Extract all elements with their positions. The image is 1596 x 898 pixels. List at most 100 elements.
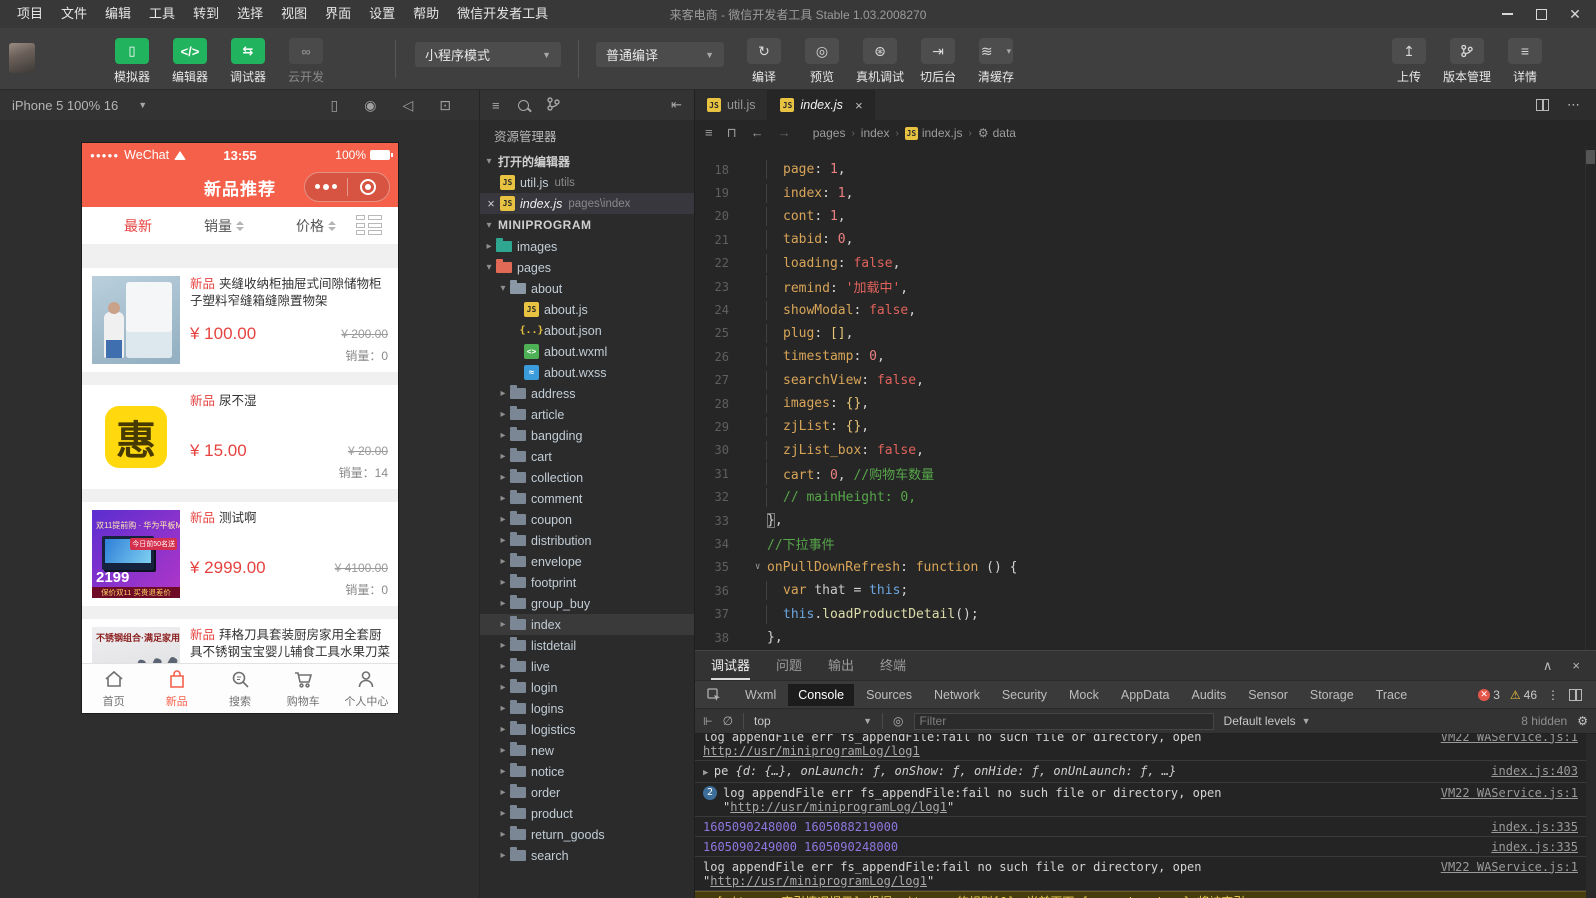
toolbar-button-详情[interactable]: ≡详情 bbox=[1501, 38, 1549, 85]
clear-console-icon[interactable]: ∅ bbox=[723, 714, 733, 728]
close-icon[interactable]: × bbox=[855, 98, 863, 113]
record-icon[interactable]: ◉ bbox=[364, 97, 376, 114]
devtools-tab-Audits[interactable]: Audits bbox=[1182, 684, 1237, 706]
open-editor-util.js[interactable]: JSutil.jsutils bbox=[480, 172, 694, 193]
nav-forward-icon[interactable]: → bbox=[778, 125, 791, 141]
devtools-tab-Storage[interactable]: Storage bbox=[1300, 684, 1364, 706]
console-source-link[interactable]: index.js:335 bbox=[1491, 820, 1578, 834]
close-button[interactable]: ✕ bbox=[1560, 0, 1590, 28]
debugger-tab-调试器[interactable]: 调试器 bbox=[711, 651, 750, 680]
tree-item-order[interactable]: ▸order bbox=[480, 782, 694, 803]
toolbar-button-切后台[interactable]: ⇥切后台 bbox=[914, 38, 962, 85]
menu-item-视图[interactable]: 视图 bbox=[272, 0, 316, 28]
product-card[interactable]: 不锈钢组合·满足家用新品拜格刀具套装厨房家用全套厨具不锈钢宝宝婴儿辅食工具水果刀… bbox=[82, 619, 398, 663]
tree-item-about.json[interactable]: {..}about.json bbox=[480, 320, 694, 341]
console-message[interactable]: log appendFile err fs_appendFile:fail no… bbox=[695, 734, 1596, 761]
code-editor[interactable]: 18page: 1,19index: 1,20cont: 1,21tabid: … bbox=[695, 146, 1596, 650]
git-branch-icon[interactable] bbox=[547, 97, 560, 114]
device-selector[interactable]: iPhone 5 100% 16▼ bbox=[0, 98, 147, 113]
breadcrumb-item-index[interactable]: index bbox=[861, 126, 890, 140]
console-link[interactable]: http://usr/miniprogramLog/log1 bbox=[703, 744, 920, 758]
bookmark-icon[interactable]: ⊓ bbox=[727, 125, 737, 141]
tree-item-images[interactable]: ▸images bbox=[480, 236, 694, 257]
sort-tab-最新[interactable]: 最新 bbox=[124, 216, 152, 236]
toolbar-button-编辑器[interactable]: </>编辑器 bbox=[166, 38, 214, 85]
close-icon[interactable]: × bbox=[484, 197, 498, 211]
nav-back-icon[interactable]: ← bbox=[751, 125, 764, 141]
debugger-tab-输出[interactable]: 输出 bbox=[828, 651, 854, 680]
devtools-tab-Mock[interactable]: Mock bbox=[1059, 684, 1109, 706]
maximize-button[interactable] bbox=[1526, 0, 1556, 28]
tree-item-distribution[interactable]: ▸distribution bbox=[480, 530, 694, 551]
more-actions-icon[interactable]: ⋯ bbox=[1567, 97, 1580, 113]
editor-tab-index.js[interactable]: JSindex.js× bbox=[768, 90, 875, 120]
toolbar-button-清缓存[interactable]: ≋▾清缓存 bbox=[972, 38, 1020, 85]
debugger-tab-终端[interactable]: 终端 bbox=[880, 651, 906, 680]
tree-item-group_buy[interactable]: ▸group_buy bbox=[480, 593, 694, 614]
menu-item-设置[interactable]: 设置 bbox=[360, 0, 404, 28]
devtools-tab-Wxml[interactable]: Wxml bbox=[735, 684, 786, 706]
tree-item-notice[interactable]: ▸notice bbox=[480, 761, 694, 782]
tree-item-envelope[interactable]: ▸envelope bbox=[480, 551, 694, 572]
devtools-tab-Sources[interactable]: Sources bbox=[856, 684, 922, 706]
exit-minip-button[interactable] bbox=[348, 179, 390, 195]
devtools-tab-Trace[interactable]: Trace bbox=[1366, 684, 1418, 706]
layout-toggle-icon[interactable] bbox=[356, 215, 382, 237]
menu-item-转到[interactable]: 转到 bbox=[184, 0, 228, 28]
product-card[interactable]: 惠新品尿不湿¥ 15.00¥ 20.00销量：14 bbox=[82, 385, 398, 489]
eye-icon[interactable]: ◎ bbox=[893, 714, 903, 728]
devtools-tab-AppData[interactable]: AppData bbox=[1111, 684, 1180, 706]
outline-icon[interactable]: ≡ bbox=[492, 98, 500, 113]
phone-tab-购物车[interactable]: 购物车 bbox=[272, 664, 335, 713]
tree-item-pages[interactable]: ▾pages bbox=[480, 257, 694, 278]
console-source-link[interactable]: index.js:403 bbox=[1491, 764, 1578, 778]
tree-item-login[interactable]: ▸login bbox=[480, 677, 694, 698]
editor-scrollbar[interactable] bbox=[1585, 146, 1596, 650]
tree-item-article[interactable]: ▸article bbox=[480, 404, 694, 425]
toolbar-button-真机调试[interactable]: ⊛真机调试 bbox=[856, 38, 904, 85]
console-source-link[interactable]: VM22 WAService.js:1 bbox=[1441, 860, 1578, 874]
tree-item-return_goods[interactable]: ▸return_goods bbox=[480, 824, 694, 845]
tree-item-listdetail[interactable]: ▸listdetail bbox=[480, 635, 694, 656]
mute-icon[interactable]: ◁ bbox=[402, 97, 413, 114]
warning-count-badge[interactable]: ⚠46 bbox=[1510, 688, 1537, 702]
toolbar-button-调试器[interactable]: ⇆调试器 bbox=[224, 38, 272, 85]
multi-window-icon[interactable]: ⊡ bbox=[439, 97, 451, 114]
product-card[interactable]: 双11提前购 · 华为平板M6今日前50名送2199保价双11 买贵退差价新品测… bbox=[82, 502, 398, 606]
search-icon[interactable] bbox=[518, 100, 529, 111]
breadcrumb-item-index.js[interactable]: JSindex.js bbox=[905, 126, 963, 140]
toolbar-button-编译[interactable]: ↻编译 bbox=[740, 38, 788, 85]
console-source-link[interactable]: VM22 WAService.js:1 bbox=[1441, 734, 1578, 744]
menu-item-项目[interactable]: 项目 bbox=[8, 0, 52, 28]
menu-item-选择[interactable]: 选择 bbox=[228, 0, 272, 28]
project-root-header[interactable]: ▾ MINIPROGRAM bbox=[480, 214, 694, 236]
tree-item-new[interactable]: ▸new bbox=[480, 740, 694, 761]
toolbar-button-模拟器[interactable]: ▯模拟器 bbox=[108, 38, 156, 85]
toolbar-button-上传[interactable]: ↥上传 bbox=[1385, 38, 1433, 85]
toolbar-button-云开发[interactable]: ∞云开发 bbox=[282, 38, 330, 85]
tree-item-logistics[interactable]: ▸logistics bbox=[480, 719, 694, 740]
menu-item-帮助[interactable]: 帮助 bbox=[404, 0, 448, 28]
compile-dropdown[interactable]: 普通编译▼ bbox=[596, 42, 724, 67]
console-source-link[interactable]: index.js:335 bbox=[1491, 840, 1578, 854]
sort-tab-销量[interactable]: 销量 bbox=[204, 216, 244, 236]
close-panel-icon[interactable]: × bbox=[1572, 658, 1580, 674]
devtools-tab-Network[interactable]: Network bbox=[924, 684, 990, 706]
console-message[interactable]: 2log appendFile err fs_appendFile:fail n… bbox=[695, 783, 1596, 817]
console-link[interactable]: http://usr/miniprogramLog/log1 bbox=[730, 800, 947, 814]
menu-item-微信开发者工具[interactable]: 微信开发者工具 bbox=[448, 0, 557, 28]
inspect-element-icon[interactable] bbox=[701, 685, 727, 705]
console-link[interactable]: http://usr/miniprogramLog/log1 bbox=[710, 874, 927, 888]
console-filter-input[interactable] bbox=[914, 713, 1214, 730]
outline-icon[interactable]: ≡ bbox=[705, 125, 713, 141]
tree-item-about[interactable]: ▾about bbox=[480, 278, 694, 299]
tree-item-index[interactable]: ▸index bbox=[480, 614, 694, 635]
context-selector[interactable]: top▼ bbox=[754, 714, 872, 728]
console-settings-icon[interactable]: ⚙ bbox=[1577, 714, 1588, 728]
split-editor-icon[interactable] bbox=[1536, 99, 1549, 111]
phone-tab-首页[interactable]: 首页 bbox=[82, 664, 145, 713]
breadcrumb-item-pages[interactable]: pages bbox=[813, 126, 846, 140]
tree-item-about.wxml[interactable]: <>about.wxml bbox=[480, 341, 694, 362]
tree-item-live[interactable]: ▸live bbox=[480, 656, 694, 677]
log-levels-selector[interactable]: Default levels▼ bbox=[1224, 714, 1311, 728]
